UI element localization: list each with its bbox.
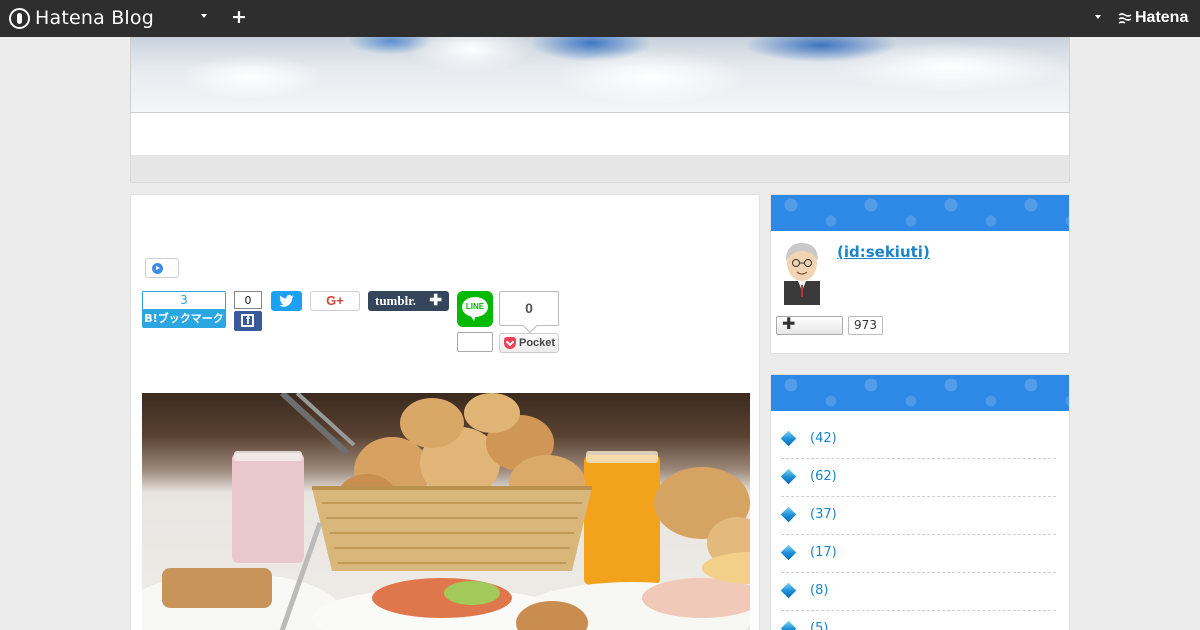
category-count[interactable]: (37): [810, 507, 837, 522]
blog-nav-bar: [130, 155, 1070, 183]
facebook-icon: [241, 313, 254, 327]
brand-text: Hatena Blog: [35, 7, 154, 29]
category-item[interactable]: (42): [780, 421, 1056, 459]
twitter-bird-icon: [279, 295, 294, 307]
tumblr-label: tumblr.: [375, 293, 417, 308]
sidebar-categories-module: (42) (62) (37) (17) (8) (5): [770, 374, 1070, 630]
category-list: (42) (62) (37) (17) (8) (5): [780, 421, 1056, 630]
diamond-bullet-icon: [780, 582, 797, 599]
category-count[interactable]: (5): [810, 621, 828, 630]
categories-module-header: [771, 375, 1069, 411]
blog-menu-dropdown-icon[interactable]: [201, 14, 207, 18]
hatena-bookmark-button[interactable]: B!ブックマーク: [142, 309, 226, 328]
category-item[interactable]: (62): [780, 459, 1056, 497]
new-post-plus-icon[interactable]: +: [231, 6, 247, 28]
article-main: 3 B!ブックマーク 0 G+ tumblr. ✚ LINE 0 Pocket: [130, 194, 760, 630]
category-item[interactable]: (17): [780, 535, 1056, 573]
tumblr-plus-icon: ✚: [429, 292, 442, 309]
category-item[interactable]: (5): [780, 611, 1056, 630]
diamond-bullet-icon: [780, 430, 797, 447]
user-avatar[interactable]: [780, 241, 824, 305]
blog-header-image: [130, 37, 1070, 113]
pocket-button[interactable]: Pocket: [499, 333, 559, 353]
follow-plus-icon: ✚: [782, 314, 796, 333]
line-share-count: [457, 332, 493, 352]
pocket-icon: [504, 337, 516, 349]
category-count[interactable]: (17): [810, 545, 837, 560]
article-food-photo: [142, 393, 750, 630]
hatena-bookmark-count[interactable]: 3: [142, 291, 226, 309]
diamond-bullet-icon: [780, 620, 797, 630]
line-icon: LINE: [462, 297, 488, 321]
diamond-bullet-icon: [780, 468, 797, 485]
facebook-share-count: 0: [234, 291, 262, 309]
audio-play-button[interactable]: [145, 258, 179, 278]
hatena-link[interactable]: Hatena: [1118, 9, 1188, 27]
category-item[interactable]: (37): [780, 497, 1056, 535]
follower-count: 973: [848, 316, 883, 335]
play-icon: [152, 263, 163, 274]
category-count[interactable]: (42): [810, 431, 837, 446]
blog-title-area: [130, 113, 1070, 155]
tumblr-share-button[interactable]: tumblr. ✚: [368, 291, 449, 311]
diamond-bullet-icon: [780, 506, 797, 523]
profile-id-link[interactable]: (id:sekiuti): [837, 243, 930, 261]
pocket-count: 0: [499, 291, 559, 326]
facebook-share-button[interactable]: [234, 311, 262, 331]
category-item[interactable]: (8): [780, 573, 1056, 611]
hatena-wave-icon: [1118, 13, 1132, 24]
breakfast-table-illustration: [142, 393, 750, 630]
pocket-label: Pocket: [519, 337, 556, 349]
hatena-blog-logo[interactable]: Hatena Blog: [9, 7, 154, 29]
sidebar-profile-module: (id:sekiuti) ✚ 973: [770, 194, 1070, 354]
user-menu-dropdown-icon[interactable]: [1095, 15, 1101, 19]
diamond-bullet-icon: [780, 544, 797, 561]
global-header: Hatena Blog + Hatena: [0, 0, 1200, 37]
hatena-text: Hatena: [1135, 9, 1189, 26]
twitter-share-button[interactable]: [271, 291, 302, 311]
category-count[interactable]: (8): [810, 583, 828, 598]
category-count[interactable]: (62): [810, 469, 837, 484]
profile-module-header: [771, 195, 1069, 231]
google-plus-share-button[interactable]: G+: [310, 291, 360, 311]
line-share-button[interactable]: LINE: [457, 291, 493, 327]
follow-button[interactable]: ✚: [776, 314, 843, 335]
hatena-blog-logo-icon: [9, 7, 30, 29]
